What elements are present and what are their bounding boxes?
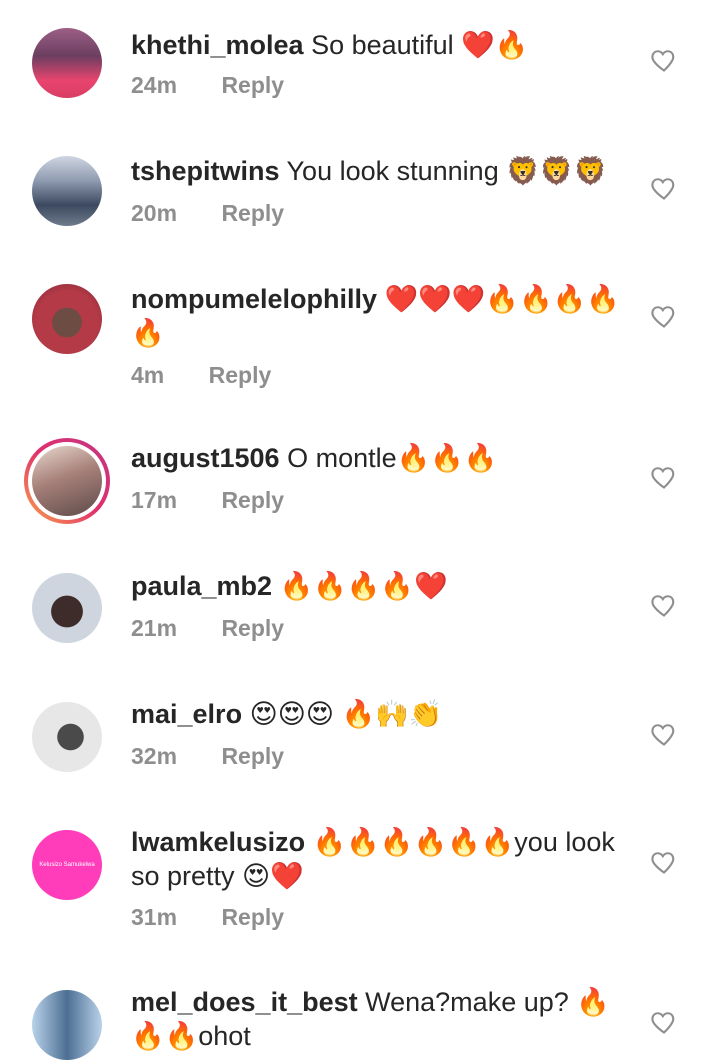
comment-text: So beautiful ❤️🔥: [311, 30, 529, 60]
comment-username[interactable]: tshepitwins: [131, 156, 280, 186]
comment-username[interactable]: khethi_molea: [131, 30, 304, 60]
comment-username[interactable]: mai_elro: [131, 699, 242, 729]
comment-time: 31m: [131, 904, 178, 930]
comment-time: 32m: [131, 743, 178, 769]
reply-button[interactable]: Reply: [221, 487, 284, 513]
comment-time: 4m: [131, 362, 165, 388]
comment-time: 24m: [131, 72, 178, 98]
avatar-text: Kelusizo Samukelwa: [39, 862, 95, 868]
reply-button[interactable]: Reply: [221, 743, 284, 769]
comment-time: 17m: [131, 487, 178, 513]
comment-text: O montle🔥🔥🔥: [287, 443, 498, 473]
heart-outline-icon[interactable]: [650, 463, 678, 491]
avatar[interactable]: [32, 28, 102, 98]
heart-outline-icon[interactable]: [650, 591, 678, 619]
avatar[interactable]: [32, 284, 102, 354]
comment-text: 😍😍😍 🔥🙌👏: [249, 699, 443, 729]
comment-username[interactable]: paula_mb2: [131, 571, 272, 601]
reply-button[interactable]: Reply: [221, 904, 284, 930]
comment-username[interactable]: august1506: [131, 443, 280, 473]
avatar: [32, 446, 102, 516]
reply-button[interactable]: Reply: [209, 362, 272, 388]
reply-button[interactable]: Reply: [221, 72, 284, 98]
comment-username[interactable]: mel_does_it_best: [131, 987, 358, 1017]
avatar[interactable]: [32, 990, 102, 1060]
avatar[interactable]: [32, 156, 102, 226]
comment-text: 🔥🔥🔥🔥❤️: [279, 571, 448, 601]
comment-time: 21m: [131, 615, 178, 641]
heart-outline-icon[interactable]: [650, 174, 678, 202]
avatar[interactable]: [32, 702, 102, 772]
avatar[interactable]: Kelusizo Samukelwa: [32, 830, 102, 900]
heart-outline-icon[interactable]: [650, 848, 678, 876]
heart-outline-icon[interactable]: [650, 302, 678, 330]
comment-time: 20m: [131, 200, 178, 226]
comment-username[interactable]: lwamkelusizo: [131, 827, 305, 857]
heart-outline-icon[interactable]: [650, 46, 678, 74]
avatar[interactable]: [32, 573, 102, 643]
comment-text: You look stunning 🦁🦁🦁: [286, 156, 608, 186]
heart-outline-icon[interactable]: [650, 1008, 678, 1036]
comment-username[interactable]: nompumelelophilly: [131, 284, 377, 314]
reply-button[interactable]: Reply: [221, 615, 284, 641]
avatar-story-ring[interactable]: [24, 438, 110, 524]
reply-button[interactable]: Reply: [221, 200, 284, 226]
heart-outline-icon[interactable]: [650, 720, 678, 748]
